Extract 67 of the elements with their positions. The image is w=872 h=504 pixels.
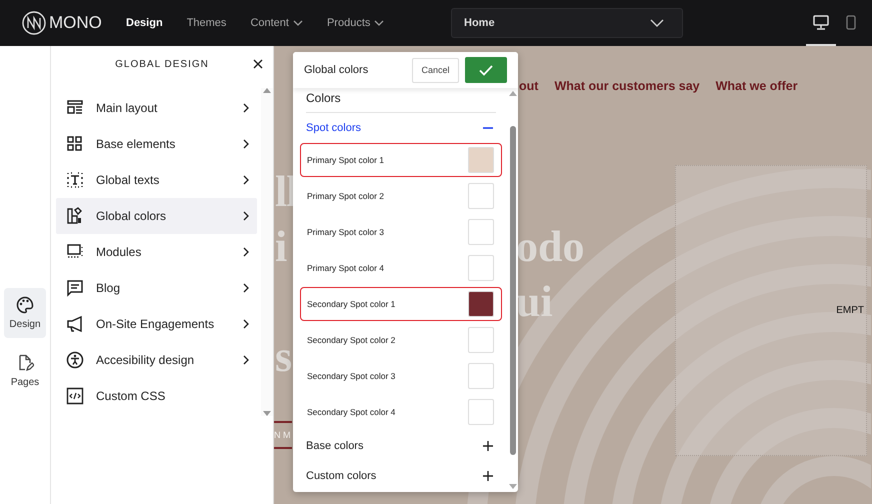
expand-icon xyxy=(483,471,493,481)
color-swatch[interactable] xyxy=(468,363,494,389)
color-row[interactable]: Secondary Spot color 1 xyxy=(300,287,502,321)
nav-tab[interactable]: Design xyxy=(126,13,163,33)
comment-icon xyxy=(66,279,84,297)
desktop-icon xyxy=(813,14,829,30)
color-swatch[interactable] xyxy=(468,255,494,281)
scroll-up-icon[interactable] xyxy=(509,91,517,96)
group-header[interactable]: Spot colors xyxy=(300,113,502,143)
mobile-icon xyxy=(846,14,856,30)
color-swatch[interactable] xyxy=(468,219,494,245)
menu-item[interactable]: Global colors xyxy=(56,198,257,234)
text-icon xyxy=(66,171,84,189)
group-header[interactable]: Custom colors xyxy=(300,461,502,491)
menu-item[interactable]: Blog xyxy=(56,270,257,306)
grid-icon xyxy=(66,135,84,153)
logo-text: MONO xyxy=(49,13,102,33)
chevron-down-icon xyxy=(650,19,664,27)
cancel-button[interactable]: Cancel xyxy=(412,58,459,82)
color-swatch[interactable] xyxy=(468,147,494,173)
section-title: Colors xyxy=(305,90,342,106)
group-header[interactable]: Base colors xyxy=(300,431,502,461)
nav-link[interactable]: What we offer xyxy=(716,79,798,93)
dialog-title: Global colors xyxy=(304,64,370,76)
color-swatch[interactable] xyxy=(468,327,494,353)
scroll-up-icon[interactable] xyxy=(263,88,271,93)
check-icon xyxy=(479,64,493,76)
color-swatch[interactable] xyxy=(468,399,494,425)
nav-tab[interactable]: Products xyxy=(326,13,384,33)
palette-icon xyxy=(16,296,34,314)
color-row[interactable]: Secondary Spot color 4 xyxy=(300,395,502,429)
logo-icon xyxy=(22,11,46,35)
rail-item[interactable]: Pages xyxy=(4,346,46,396)
scroll-down-icon[interactable] xyxy=(263,411,271,416)
menu-item[interactable]: Modules xyxy=(56,234,257,270)
layout-icon xyxy=(66,99,84,117)
color-row[interactable]: Primary Spot color 4 xyxy=(300,251,502,285)
menu-item[interactable]: Accesibility design xyxy=(56,342,257,378)
color-row[interactable]: Primary Spot color 2 xyxy=(300,179,502,213)
megaphone-icon xyxy=(66,315,84,333)
expand-icon xyxy=(483,441,493,451)
panel-title: GLOBAL DESIGN xyxy=(115,58,209,70)
close-icon[interactable] xyxy=(253,59,263,69)
nav-tab[interactable]: Content xyxy=(250,13,303,33)
page-select[interactable]: Home xyxy=(451,8,683,38)
scrollbar-thumb[interactable] xyxy=(510,126,516,455)
menu-item[interactable]: Base elements xyxy=(56,126,257,162)
scroll-down-icon[interactable] xyxy=(509,484,517,489)
menu-item[interactable]: Main layout xyxy=(56,90,257,126)
palette-bars-icon xyxy=(66,207,84,225)
confirm-button[interactable] xyxy=(465,57,507,83)
nav-link[interactable]: What our customers say xyxy=(554,79,700,93)
menu-item[interactable]: Global texts xyxy=(56,162,257,198)
color-row[interactable]: Secondary Spot color 2 xyxy=(300,323,502,357)
accessibility-icon xyxy=(66,351,84,369)
color-row[interactable]: Primary Spot color 1 xyxy=(300,143,502,177)
menu-item[interactable]: Custom CSS xyxy=(56,378,257,414)
menu-item[interactable]: On-Site Engagements xyxy=(56,306,257,342)
color-swatch[interactable] xyxy=(468,291,494,317)
nav-tab[interactable]: Themes xyxy=(186,13,226,33)
color-swatch[interactable] xyxy=(468,183,494,209)
nav-link[interactable]: out xyxy=(519,79,538,93)
color-row[interactable]: Primary Spot color 3 xyxy=(300,215,502,249)
empty-label: EMPT xyxy=(836,305,864,316)
color-row[interactable]: Secondary Spot color 3 xyxy=(300,359,502,393)
code-icon xyxy=(66,387,84,405)
rail-item[interactable]: Design xyxy=(4,288,46,338)
